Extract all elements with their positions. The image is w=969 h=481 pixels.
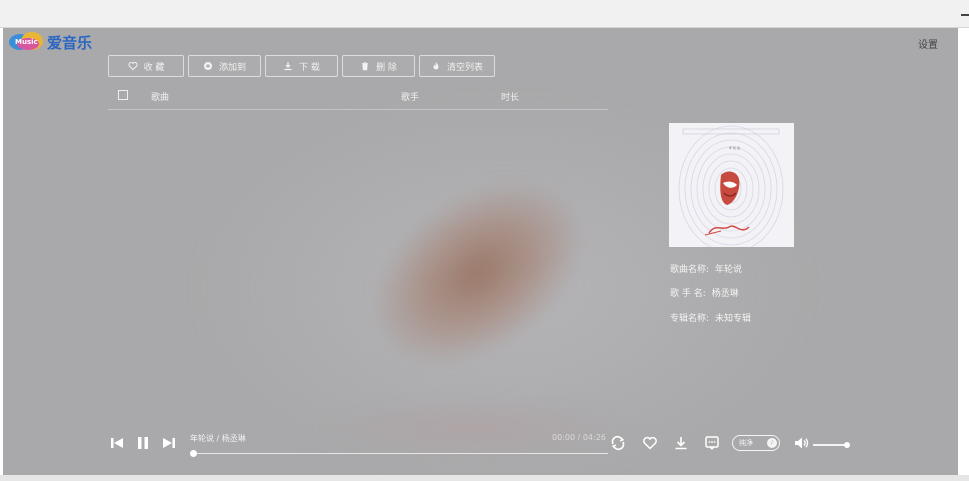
volume-slider[interactable] <box>813 441 851 448</box>
trash-icon <box>362 62 369 71</box>
clear-list-button[interactable]: 清空列表 <box>419 55 495 77</box>
now-playing-text: 年轮说 / 杨丞琳 <box>190 434 246 443</box>
lyrics-comment-icon[interactable] <box>704 435 720 451</box>
album-row: 专辑名称: 未知专辑 <box>670 311 751 324</box>
sound-quality-label: 纯净 <box>739 439 753 447</box>
browser-top-bar <box>0 0 969 28</box>
progress-knob[interactable] <box>190 450 197 457</box>
clear-list-button-label: 清空列表 <box>446 62 483 73</box>
song-name-row: 歌曲名称: 年轮说 <box>670 262 742 275</box>
plus-circle-icon <box>203 62 212 70</box>
logo-mark-text: Music <box>15 38 38 46</box>
flame-icon <box>433 62 439 70</box>
like-heart-icon[interactable] <box>642 435 658 451</box>
download-button[interactable]: 下 载 <box>265 55 338 77</box>
delete-button[interactable]: 删 除 <box>342 55 415 77</box>
previous-track-icon[interactable] <box>110 436 124 450</box>
next-track-icon[interactable] <box>162 436 176 450</box>
add-to-button-label: 添加到 <box>218 62 246 73</box>
artist-value: 杨丞琳 <box>711 289 739 299</box>
favorite-button[interactable]: 收 藏 <box>108 55 184 77</box>
player-bar: 年轮说 / 杨丞琳 00:00 / 04:26 纯净 ♪ <box>3 428 958 468</box>
artist-row: 歌 手 名: 杨丞琳 <box>670 286 739 299</box>
select-all-checkbox[interactable] <box>118 90 128 100</box>
add-to-button[interactable]: 添加到 <box>188 55 261 77</box>
music-app: Music 爱音乐 设置 收 藏 添加到 下 载 删 除 清空列表 歌曲 歌手 … <box>3 28 958 475</box>
settings-link[interactable]: 设置 <box>918 36 938 51</box>
album-value: 未知专辑 <box>715 314 752 324</box>
artist-label: 歌 手 名: <box>670 289 706 299</box>
album-label: 专辑名称: <box>670 314 710 324</box>
logo-text: 爱音乐 <box>47 33 93 52</box>
album-cover-art: 年 轮 说 <box>669 123 794 247</box>
progress-bar[interactable] <box>190 450 608 457</box>
loop-mode-icon[interactable] <box>610 435 626 451</box>
app-logo[interactable]: Music 爱音乐 <box>9 31 92 53</box>
delete-button-label: 删 除 <box>376 62 397 73</box>
list-toolbar: 收 藏 添加到 下 载 删 除 清空列表 <box>108 55 495 77</box>
column-song: 歌曲 <box>151 93 170 103</box>
favorite-button-label: 收 藏 <box>143 62 165 73</box>
bottom-strip <box>0 475 969 481</box>
svg-text:年 轮 说: 年 轮 说 <box>729 145 740 150</box>
column-artist: 歌手 <box>401 93 420 103</box>
sound-quality-indicator-icon: ♪ <box>767 438 777 448</box>
song-list-header: 歌曲 歌手 时长 <box>108 84 608 110</box>
download-track-icon[interactable] <box>673 435 689 451</box>
logo-icon: Music <box>9 32 45 52</box>
song-name-label: 歌曲名称: <box>670 265 710 275</box>
volume-icon[interactable] <box>793 435 809 451</box>
volume-knob[interactable] <box>844 441 851 448</box>
playback-time: 00:00 / 04:26 <box>552 433 606 442</box>
download-icon <box>284 62 292 71</box>
sound-quality-toggle[interactable]: 纯净 ♪ <box>732 435 780 451</box>
album-cover: 年 轮 说 <box>669 123 794 247</box>
download-button-label: 下 载 <box>299 62 320 73</box>
pause-icon[interactable] <box>136 436 150 450</box>
window-edge-marker <box>961 14 969 16</box>
column-duration: 时长 <box>501 93 520 103</box>
song-name-value: 年轮说 <box>715 265 743 275</box>
heart-icon <box>128 61 138 71</box>
